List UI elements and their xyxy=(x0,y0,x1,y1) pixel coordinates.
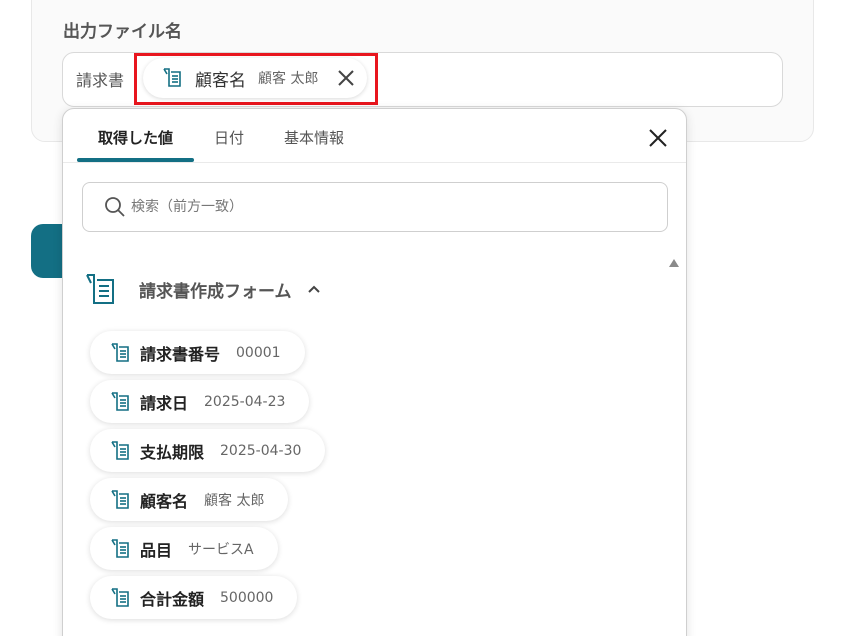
list-item[interactable]: 請求書番号 00001 xyxy=(90,331,305,374)
value-picker-dropdown: 取得した値 日付 基本情報 請求書作成フォーム xyxy=(62,108,687,636)
section-header[interactable]: 請求書作成フォーム xyxy=(83,269,322,309)
tab-bar: 取得した値 日付 基本情報 xyxy=(63,109,686,163)
tab-date[interactable]: 日付 xyxy=(214,127,244,148)
search-input[interactable] xyxy=(131,193,651,221)
highlight-annotation xyxy=(134,53,378,105)
item-name: 請求日 xyxy=(140,393,189,413)
list-item[interactable]: 支払期限 2025-04-30 xyxy=(90,429,326,472)
list-item[interactable]: 品目 サービスA xyxy=(90,527,278,570)
list-item[interactable]: 請求日 2025-04-23 xyxy=(90,380,310,423)
filename-prefix-text[interactable]: 請求書 xyxy=(76,67,124,91)
scroll-up-arrow[interactable] xyxy=(669,259,679,267)
item-name: 顧客名 xyxy=(140,491,189,511)
active-tab-indicator xyxy=(77,158,194,162)
form-field-icon xyxy=(111,391,129,411)
item-name: 品目 xyxy=(140,540,173,560)
item-value: 顧客 太郎 xyxy=(204,492,265,509)
list-item[interactable]: 顧客名 顧客 太郎 xyxy=(90,478,289,521)
section-title: 請求書作成フォーム xyxy=(139,281,292,302)
close-icon[interactable] xyxy=(647,127,669,149)
item-value: 2025-04-23 xyxy=(204,393,286,410)
item-name: 合計金額 xyxy=(140,589,205,609)
form-field-icon xyxy=(111,587,129,607)
chevron-up-icon[interactable] xyxy=(306,281,322,297)
item-name: 請求書番号 xyxy=(140,344,221,364)
search-icon xyxy=(105,197,125,217)
item-name: 支払期限 xyxy=(140,442,205,462)
form-field-icon xyxy=(111,489,129,509)
form-field-icon xyxy=(111,440,129,460)
tab-basic-info[interactable]: 基本情報 xyxy=(284,127,344,148)
item-value: 2025-04-30 xyxy=(220,442,302,459)
list-item[interactable]: 合計金額 500000 xyxy=(90,576,298,619)
form-field-icon xyxy=(111,342,129,362)
item-value: サービスA xyxy=(188,541,254,558)
form-field-icon xyxy=(111,538,129,558)
item-value: 500000 xyxy=(220,589,274,606)
output-filename-label: 出力ファイル名 xyxy=(63,22,182,42)
form-icon xyxy=(86,274,114,304)
search-field[interactable] xyxy=(82,182,668,232)
item-value: 00001 xyxy=(236,344,281,361)
tab-acquired-values[interactable]: 取得した値 xyxy=(98,127,173,148)
